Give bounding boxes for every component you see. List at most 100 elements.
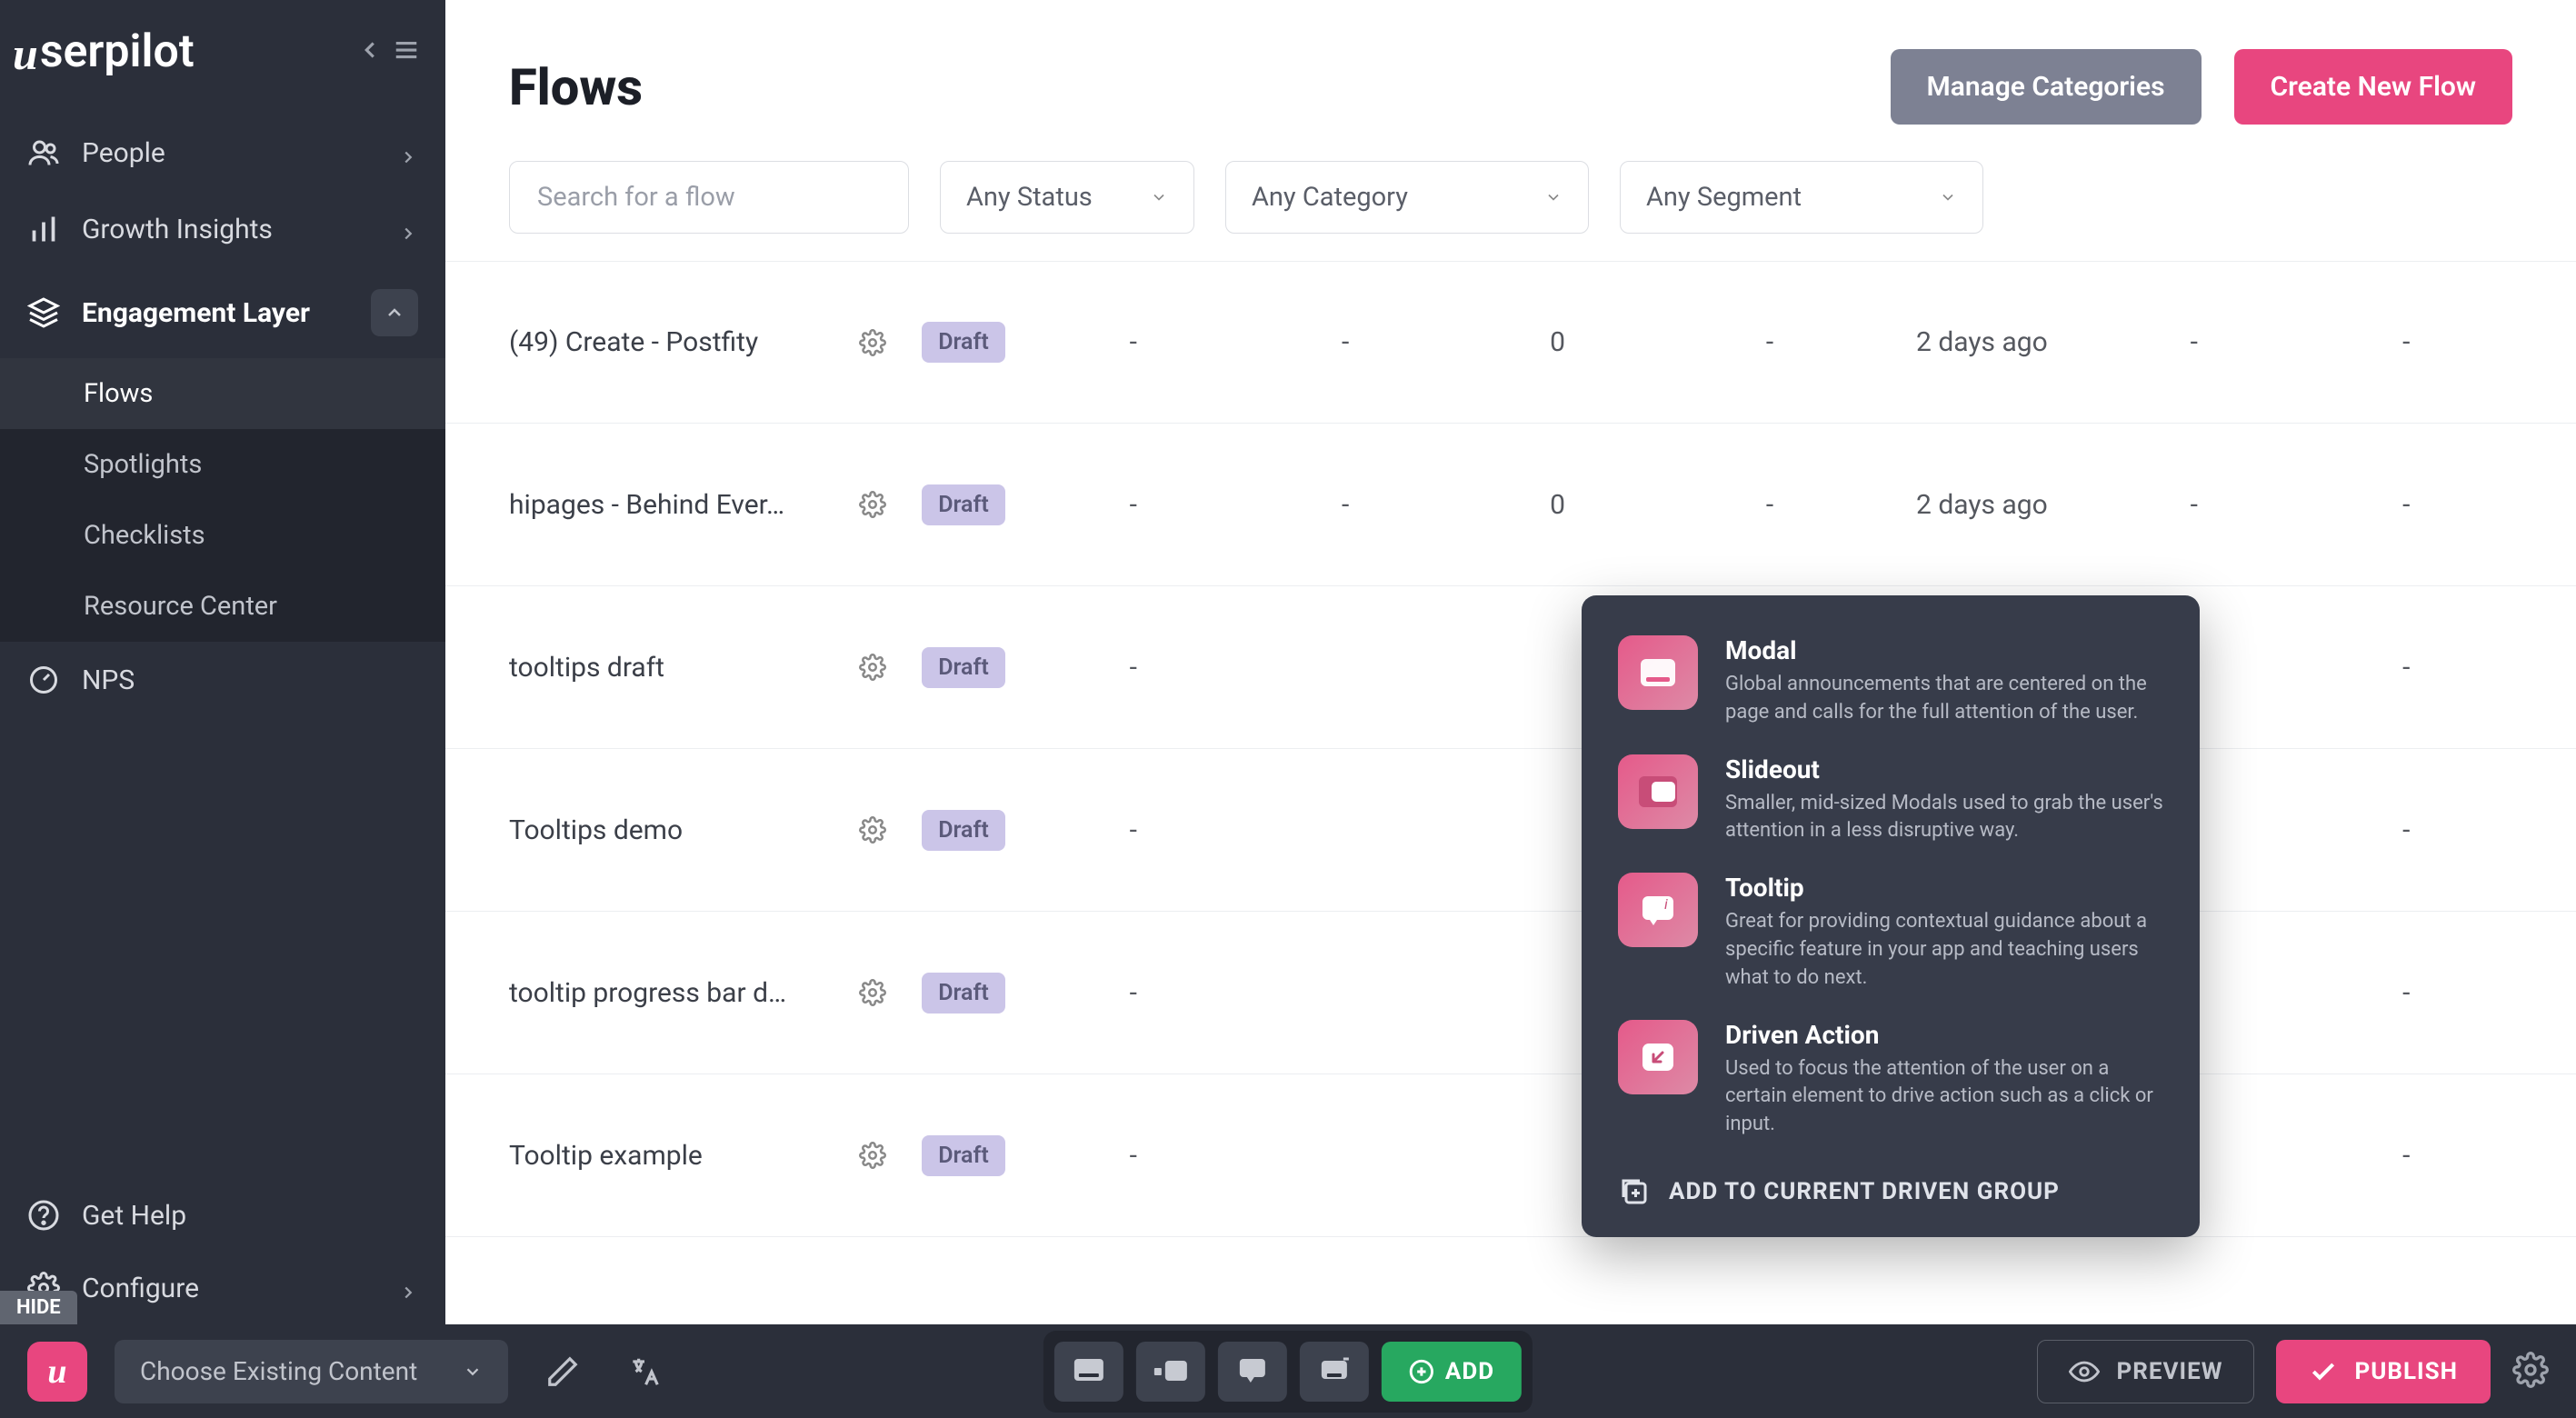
sidebar-item-people[interactable]: People xyxy=(0,115,445,191)
sidebar-item-nps[interactable]: NPS xyxy=(0,642,445,718)
search-input[interactable] xyxy=(509,161,909,234)
cell-date: 2 days ago xyxy=(1876,489,2088,521)
popup-footer-label: ADD TO CURRENT DRIVEN GROUP xyxy=(1669,1178,2060,1205)
chevron-down-icon xyxy=(1939,188,1957,206)
chevron-down-icon xyxy=(1544,188,1563,206)
hide-sidebar-tab[interactable]: HIDE xyxy=(0,1291,77,1324)
status-dropdown[interactable]: Any Status xyxy=(940,161,1194,234)
table-row[interactable]: hipages - Behind Ever… Draft - - 0 - 2 d… xyxy=(445,424,2576,586)
slideout-tile-icon xyxy=(1153,1355,1189,1388)
sidebar-item-label: Configure xyxy=(82,1273,199,1304)
sidebar-item-label: NPS xyxy=(82,664,135,696)
cell: - xyxy=(2301,814,2512,846)
cell: 0 xyxy=(1452,489,1663,521)
tooltip-icon: i xyxy=(1618,873,1698,947)
cell: - xyxy=(2301,326,2512,358)
modal-icon xyxy=(1618,635,1698,710)
sidebar-sub-flows[interactable]: Flows xyxy=(0,358,445,429)
settings-button[interactable] xyxy=(2512,1352,2549,1392)
row-settings-button[interactable] xyxy=(845,654,900,681)
cell: - xyxy=(2088,326,2300,358)
add-label: ADD xyxy=(1445,1358,1494,1385)
cell: 0 xyxy=(1452,326,1663,358)
sidebar-item-engagement-layer[interactable]: Engagement Layer xyxy=(0,267,445,358)
row-settings-button[interactable] xyxy=(845,816,900,844)
popup-option-driven-action[interactable]: Driven Action Used to focus the attentio… xyxy=(1618,1020,2163,1139)
page-title: Flows xyxy=(509,57,643,117)
chevron-up-icon[interactable] xyxy=(371,289,418,336)
check-icon xyxy=(2309,1357,2338,1386)
cell: - xyxy=(1027,1140,1239,1172)
bottom-bar: u Choose Existing Content ADD PREVIEW xyxy=(0,1324,2576,1418)
sidebar-sub-checklists[interactable]: Checklists xyxy=(0,500,445,571)
sidebar-sub-resource-center[interactable]: Resource Center xyxy=(0,571,445,642)
chevron-right-icon xyxy=(398,1278,418,1298)
translate-button[interactable] xyxy=(617,1344,672,1399)
cell: - xyxy=(2088,489,2300,521)
sidebar-sub-spotlights[interactable]: Spotlights xyxy=(0,429,445,500)
step-driven-action-tile[interactable] xyxy=(1300,1342,1369,1402)
logo-text: serpilot xyxy=(40,25,195,78)
popup-item-desc: Great for providing contextual guidance … xyxy=(1725,908,2163,992)
step-slideout-tile[interactable] xyxy=(1136,1342,1205,1402)
brand-badge[interactable]: u xyxy=(27,1342,87,1402)
popup-item-title: Modal xyxy=(1725,635,2163,665)
popup-option-slideout[interactable]: Slideout Smaller, mid-sized Modals used … xyxy=(1618,754,2163,846)
create-new-flow-button[interactable]: Create New Flow xyxy=(2234,49,2512,125)
gear-icon xyxy=(2512,1352,2549,1388)
table-row[interactable]: Tooltips demo Draft - - last week - - xyxy=(445,749,2576,912)
table-row[interactable]: tooltip progress bar d… Draft - - last w… xyxy=(445,912,2576,1074)
table-row[interactable]: Tooltip example Draft - - last week - - xyxy=(445,1074,2576,1237)
add-to-group-icon xyxy=(1618,1175,1651,1208)
preview-button[interactable]: PREVIEW xyxy=(2037,1340,2254,1403)
status-badge: Draft xyxy=(922,322,1005,363)
table-row[interactable]: tooltips draft Draft - - last week - - xyxy=(445,586,2576,749)
segment-dropdown[interactable]: Any Segment xyxy=(1620,161,1983,234)
step-modal-tile[interactable] xyxy=(1054,1342,1123,1402)
chart-icon xyxy=(27,213,60,245)
row-settings-button[interactable] xyxy=(845,979,900,1006)
status-badge-cell: Draft xyxy=(900,647,1027,688)
step-tooltip-tile[interactable] xyxy=(1218,1342,1287,1402)
cell: - xyxy=(1027,652,1239,684)
chevron-down-icon xyxy=(463,1362,483,1382)
sidebar-header: userpilot xyxy=(0,0,445,96)
cell: - xyxy=(2301,977,2512,1009)
dropdown-label: Any Segment xyxy=(1646,182,1802,213)
category-dropdown[interactable]: Any Category xyxy=(1225,161,1589,234)
svg-text:i: i xyxy=(1664,895,1668,913)
popup-item-title: Tooltip xyxy=(1725,873,2163,903)
menu-icon[interactable] xyxy=(393,36,420,67)
sidebar-submenu: Flows Spotlights Checklists Resource Cen… xyxy=(0,358,445,642)
dropdown-label: Any Category xyxy=(1252,182,1408,213)
cell: - xyxy=(1027,814,1239,846)
eye-icon xyxy=(2069,1356,2100,1387)
manage-categories-button[interactable]: Manage Categories xyxy=(1891,49,2202,125)
dropdown-label: Any Status xyxy=(966,182,1093,213)
cell: - xyxy=(1027,977,1239,1009)
sidebar-item-get-help[interactable]: Get Help xyxy=(0,1179,445,1252)
status-badge: Draft xyxy=(922,647,1005,688)
publish-button[interactable]: PUBLISH xyxy=(2276,1340,2491,1403)
add-step-button[interactable]: ADD xyxy=(1382,1342,1522,1402)
choose-content-dropdown[interactable]: Choose Existing Content xyxy=(115,1340,508,1403)
row-settings-button[interactable] xyxy=(845,1142,900,1169)
help-icon xyxy=(27,1199,60,1232)
dropdown-label: Choose Existing Content xyxy=(140,1356,417,1386)
table-row[interactable]: (49) Create - Postfity Draft - - 0 - 2 d… xyxy=(445,261,2576,424)
row-settings-button[interactable] xyxy=(845,491,900,518)
edit-button[interactable] xyxy=(535,1344,590,1399)
chevron-right-icon xyxy=(398,143,418,163)
cell: - xyxy=(1239,326,1451,358)
collapse-sidebar-chevron-icon[interactable] xyxy=(356,36,384,67)
popup-option-modal[interactable]: Modal Global announcements that are cent… xyxy=(1618,635,2163,727)
add-to-current-group-button[interactable]: ADD TO CURRENT DRIVEN GROUP xyxy=(1618,1166,2163,1208)
content: Flows Manage Categories Create New Flow … xyxy=(445,0,2576,1324)
status-badge: Draft xyxy=(922,1135,1005,1176)
row-settings-button[interactable] xyxy=(845,329,900,356)
sidebar: userpilot People Growth Insights xyxy=(0,0,445,1324)
people-icon xyxy=(27,136,60,169)
status-badge: Draft xyxy=(922,484,1005,525)
sidebar-item-growth-insights[interactable]: Growth Insights xyxy=(0,191,445,267)
popup-option-tooltip[interactable]: i Tooltip Great for providing contextual… xyxy=(1618,873,2163,992)
